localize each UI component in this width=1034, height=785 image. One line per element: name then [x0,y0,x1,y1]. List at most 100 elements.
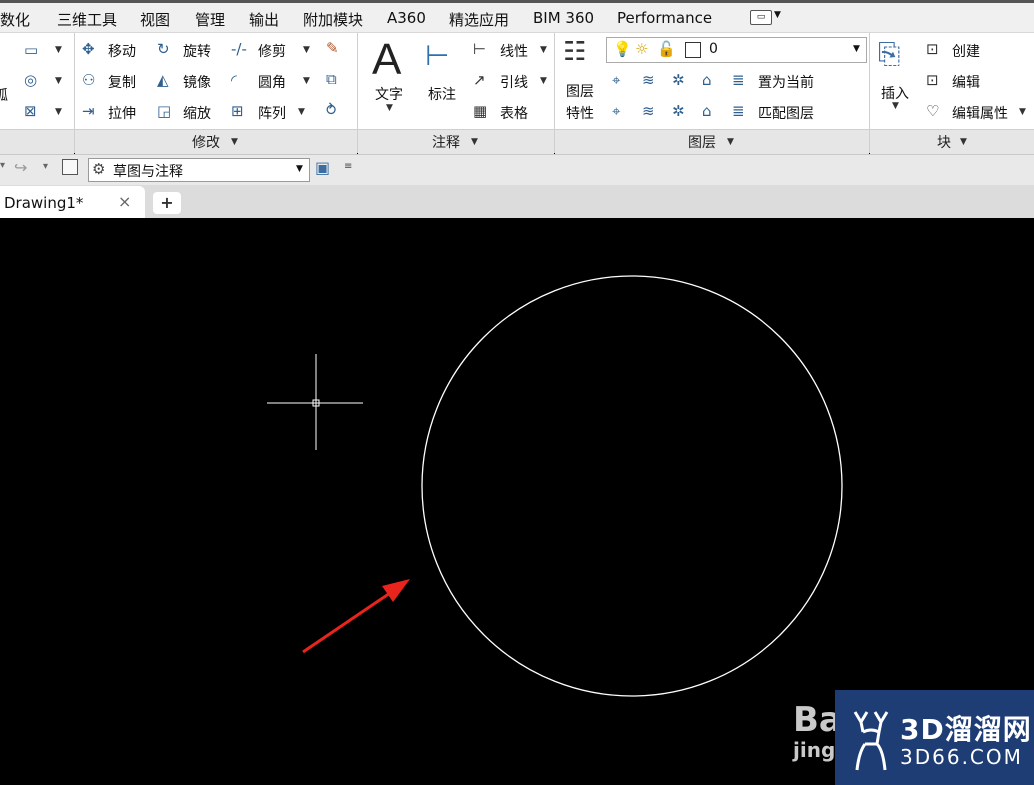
stretch-icon[interactable]: ⇥ [82,102,95,120]
menu-manage[interactable]: 管理 [195,9,225,30]
copy-button[interactable]: 复制 [108,72,136,92]
chevron-down-icon[interactable]: ▼ [55,45,62,55]
rotate-button[interactable]: 旋转 [183,41,211,61]
dimension-icon[interactable]: ⊢ [425,39,449,72]
customize-toolbar-icon[interactable]: ≡ [344,161,352,172]
menu-parametric[interactable]: 数化 [0,9,30,30]
layer-off-icon[interactable]: ⌖ [612,71,620,89]
unlock-icon[interactable]: 🔓 [657,40,676,58]
chevron-down-icon[interactable]: ▼ [471,137,478,147]
line-tool-icon[interactable]: · [0,39,1,57]
leader-button[interactable]: 引线 [500,72,528,92]
layer-dropdown[interactable]: 💡 ☼ 🔓 0 ▼ [606,37,867,63]
menu-addins[interactable]: 附加模块 [303,9,363,30]
redo-icon[interactable]: ↪ [14,158,27,177]
close-icon[interactable]: × [118,192,131,211]
create-block-icon[interactable]: ⊡ [926,40,939,58]
gradient-icon[interactable]: ⊠ [24,102,37,120]
menu-bim360[interactable]: BIM 360 [533,9,594,27]
chevron-down-icon[interactable]: ▼ [303,45,310,55]
new-tab-button[interactable]: + [153,192,181,214]
layout-icon[interactable] [62,159,78,175]
layer-unisolate-icon[interactable]: ≋ [642,102,655,120]
edit-block-icon[interactable]: ⊡ [926,71,939,89]
offset-icon[interactable]: ⥁ [326,101,336,119]
insert-button[interactable]: 插入 [881,83,909,103]
dimension-button[interactable]: 标注 [428,84,456,104]
array-icon[interactable]: ⊞ [231,102,244,120]
explode-icon[interactable]: ⧉ [326,70,337,88]
make-current-button[interactable]: 置为当前 [758,72,814,92]
layers-panel-label[interactable]: 图层 [688,132,716,152]
layer-properties-label-1[interactable]: 图层 [566,81,594,101]
chevron-down-icon[interactable]: ▼ [540,76,547,86]
chevron-down-icon[interactable]: ▼ [303,76,310,86]
make-current-icon[interactable]: ≣ [732,71,745,89]
insert-block-icon[interactable]: ⎘ [878,37,900,71]
chevron-down-icon[interactable]: ▼ [853,44,860,54]
chevron-down-icon[interactable]: ▼ [960,137,967,147]
copy-icon[interactable]: ⚇ [82,71,95,89]
erase-icon[interactable]: ✎ [326,39,339,57]
menu-view[interactable]: 视图 [140,9,170,30]
match-layer-button[interactable]: 匹配图层 [758,103,814,123]
chevron-down-icon[interactable]: ▼ [892,101,899,111]
edit-attributes-button[interactable]: 编辑属性 [952,103,1008,123]
text-icon[interactable]: A [372,35,401,85]
stretch-button[interactable]: 拉伸 [108,103,136,123]
block-panel-label[interactable]: 块 [937,132,951,152]
chevron-down-icon[interactable]: ▼ [55,107,62,117]
rotate-icon[interactable]: ↻ [157,40,170,58]
rectangle-icon[interactable]: ▭ [24,41,38,59]
menu-performance[interactable]: Performance [617,9,712,27]
chevron-down-icon[interactable]: ▼ [231,137,238,147]
layer-on-icon[interactable]: ⌖ [612,102,620,120]
chevron-down-icon[interactable]: ▼ [540,45,547,55]
sun-icon[interactable]: ☼ [635,40,648,58]
chevron-down-icon[interactable]: ▼ [55,76,62,86]
arc-label[interactable]: 弧 [0,85,8,105]
menu-3d-tools[interactable]: 三维工具 [57,9,117,30]
text-button[interactable]: 文字 [375,84,403,104]
block-panel-bar[interactable] [870,129,1034,154]
redo-dropdown-icon[interactable]: ▾ [43,161,48,172]
table-button[interactable]: 表格 [500,103,528,123]
undo-dropdown-icon[interactable]: ▾ [0,160,5,171]
workspace-select[interactable]: ⚙ 草图与注释 ▼ [88,158,310,182]
drawn-circle[interactable] [421,275,843,697]
layer-unlock-icon[interactable]: ⌂ [702,102,712,120]
modify-panel-label[interactable]: 修改 [192,132,220,152]
layer-freeze-icon[interactable]: ✲ [672,71,685,89]
move-icon[interactable]: ✥ [82,40,95,58]
chevron-down-icon[interactable]: ▼ [296,164,303,174]
edit-button[interactable]: 编辑 [952,72,980,92]
create-button[interactable]: 创建 [952,41,980,61]
layer-properties-label-2[interactable]: 特性 [566,103,594,123]
mirror-button[interactable]: 镜像 [183,72,211,92]
layer-isolate-icon[interactable]: ≋ [642,71,655,89]
minimize-ribbon-icon[interactable]: ▭ [750,10,772,25]
menu-a360[interactable]: A360 [387,9,426,27]
menu-featured-apps[interactable]: 精选应用 [449,9,509,30]
move-button[interactable]: 移动 [108,41,136,61]
linear-icon[interactable]: ⊢ [473,40,486,58]
fillet-button[interactable]: 圆角 [258,72,286,92]
match-layer-icon[interactable]: ≣ [732,102,745,120]
match-properties-icon[interactable]: ▣ [315,158,330,177]
trim-icon[interactable]: -/- [231,40,247,58]
fillet-icon[interactable]: ◜ [231,71,237,89]
table-icon[interactable]: ▦ [473,102,487,120]
menu-output[interactable]: 输出 [249,9,279,30]
scale-icon[interactable]: ◲ [157,102,171,120]
annotation-panel-label[interactable]: 注释 [432,132,460,152]
scale-button[interactable]: 缩放 [183,103,211,123]
layer-lock-icon[interactable]: ⌂ [702,71,712,89]
chevron-down-icon[interactable]: ▼ [298,107,305,117]
trim-button[interactable]: 修剪 [258,41,286,61]
chevron-down-icon[interactable]: ▼ [727,137,734,147]
chevron-down-icon[interactable]: ▼ [386,103,393,113]
hatch-icon[interactable]: ◎ [24,71,37,89]
array-button[interactable]: 阵列 [258,103,286,123]
leader-icon[interactable]: ↗ [473,71,486,89]
linear-button[interactable]: 线性 [500,41,528,61]
